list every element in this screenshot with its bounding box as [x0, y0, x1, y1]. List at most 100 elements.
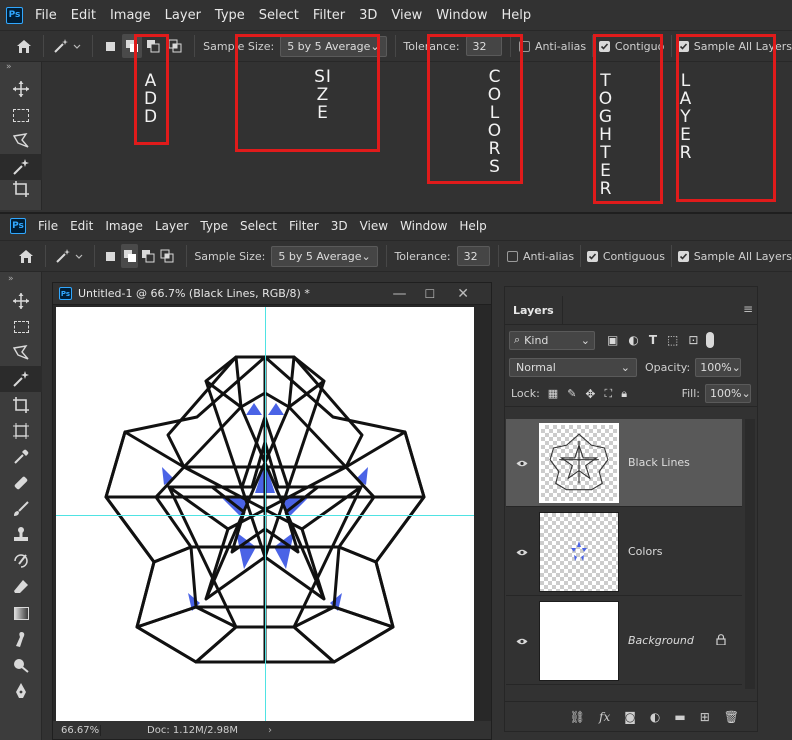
smudge-tool-icon[interactable]: [0, 626, 42, 652]
smart-object-filter-icon[interactable]: ⊡: [688, 333, 698, 347]
menu-select[interactable]: Select: [240, 219, 277, 233]
delete-layer-icon[interactable]: 🗑︎: [724, 710, 739, 724]
lock-artboard-icon[interactable]: ⛶: [604, 387, 612, 401]
zoom-level[interactable]: 66.67%: [53, 724, 101, 736]
clone-stamp-tool-icon[interactable]: [0, 522, 42, 548]
menu-type[interactable]: Type: [215, 8, 245, 23]
layer-thumbnail[interactable]: [539, 600, 619, 681]
eye-icon[interactable]: [516, 635, 528, 649]
menu-file[interactable]: File: [38, 219, 58, 233]
tab-layers[interactable]: Layers: [505, 296, 563, 324]
frame-tool-icon[interactable]: [0, 418, 42, 444]
lock-all-icon[interactable]: 🔒︎: [621, 387, 627, 401]
magic-wand-tool-icon[interactable]: [0, 154, 42, 180]
fill-input[interactable]: 100% ⌄: [705, 384, 751, 403]
adjustment-filter-icon[interactable]: ◐: [628, 333, 638, 347]
eraser-tool-icon[interactable]: [0, 574, 42, 600]
maximize-icon[interactable]: ☐: [425, 287, 436, 301]
menu-layer[interactable]: Layer: [155, 219, 188, 233]
new-group-icon[interactable]: ▬: [674, 710, 685, 724]
type-filter-icon[interactable]: T: [649, 333, 657, 347]
new-selection-icon[interactable]: [101, 34, 120, 58]
canvas-area[interactable]: [53, 305, 491, 723]
eye-icon[interactable]: [516, 457, 528, 471]
filter-kind-select[interactable]: ⌕ Kind ⌄: [509, 330, 595, 350]
layer-thumbnail[interactable]: [539, 511, 619, 592]
pen-tool-icon[interactable]: [0, 678, 42, 704]
blend-mode-select[interactable]: Normal ⌄: [509, 357, 637, 377]
checkmark-icon[interactable]: [586, 250, 598, 262]
menu-image[interactable]: Image: [105, 219, 143, 233]
photoshop-logo-icon[interactable]: Ps: [10, 218, 26, 234]
subtract-from-selection-icon[interactable]: [140, 244, 157, 268]
lock-icon[interactable]: [716, 634, 726, 648]
lock-image-icon[interactable]: ✎: [567, 387, 576, 400]
menu-image[interactable]: Image: [110, 8, 151, 23]
intersect-selection-icon[interactable]: [159, 244, 176, 268]
adjustment-layer-icon[interactable]: ◐: [650, 710, 660, 724]
menu-help[interactable]: Help: [459, 219, 486, 233]
marquee-tool-icon[interactable]: [0, 102, 42, 128]
layer-thumbnail[interactable]: [539, 422, 619, 503]
menu-select[interactable]: Select: [259, 8, 299, 23]
layer-row-background[interactable]: Background: [506, 597, 742, 685]
sample-all-layers-checkbox[interactable]: Sample All Layers: [677, 250, 792, 263]
checkmark-icon[interactable]: [677, 250, 689, 262]
eyedropper-tool-icon[interactable]: [0, 444, 42, 470]
menu-view[interactable]: View: [360, 219, 388, 233]
home-icon[interactable]: [18, 244, 35, 268]
menu-window[interactable]: Window: [400, 219, 447, 233]
menu-window[interactable]: Window: [436, 8, 487, 23]
history-brush-tool-icon[interactable]: [0, 548, 42, 574]
move-tool-icon[interactable]: [0, 76, 42, 102]
menu-view[interactable]: View: [391, 8, 422, 23]
menu-type[interactable]: Type: [200, 219, 228, 233]
magic-wand-tool-icon[interactable]: [0, 366, 42, 392]
checkbox-box[interactable]: [506, 250, 518, 262]
menu-edit[interactable]: Edit: [71, 8, 96, 23]
dodge-tool-icon[interactable]: [0, 652, 42, 678]
new-layer-icon[interactable]: ⊞: [700, 710, 710, 724]
menu-layer[interactable]: Layer: [165, 8, 201, 23]
menu-filter[interactable]: Filter: [289, 219, 319, 233]
lock-transparent-icon[interactable]: ▦: [548, 387, 558, 400]
pixel-filter-icon[interactable]: ▣: [607, 333, 618, 347]
marquee-tool-icon[interactable]: [0, 314, 42, 340]
anti-alias-checkbox[interactable]: Anti-alias: [518, 40, 586, 53]
layer-name[interactable]: Colors: [628, 545, 662, 558]
new-selection-icon[interactable]: [102, 244, 119, 268]
magic-wand-preset-icon[interactable]: [52, 34, 82, 58]
gradient-tool-icon[interactable]: [0, 600, 42, 626]
layer-name[interactable]: Background: [628, 634, 694, 647]
contiguous-checkbox[interactable]: Contiguous: [586, 250, 665, 263]
layers-scrollbar[interactable]: [745, 419, 755, 689]
crop-tool-icon[interactable]: [0, 392, 42, 418]
filter-toggle-icon[interactable]: [706, 332, 715, 348]
move-tool-icon[interactable]: [0, 288, 42, 314]
horizontal-guide[interactable]: [56, 515, 474, 516]
fx-icon[interactable]: fx: [599, 710, 610, 724]
menu-3d[interactable]: 3D: [359, 8, 377, 23]
chevron-right-icon[interactable]: ›: [268, 725, 272, 736]
close-icon[interactable]: ✕: [457, 286, 469, 302]
magic-wand-preset-icon[interactable]: [54, 244, 84, 268]
minimize-icon[interactable]: —: [393, 286, 407, 302]
opacity-input[interactable]: 100% ⌄: [695, 357, 742, 377]
lasso-tool-icon[interactable]: [0, 340, 42, 366]
crop-tool-icon[interactable]: [0, 180, 42, 198]
menu-3d[interactable]: 3D: [331, 219, 348, 233]
home-icon[interactable]: [14, 34, 33, 58]
layer-row-colors[interactable]: Colors: [506, 508, 742, 596]
shape-filter-icon[interactable]: ⬚: [667, 333, 678, 347]
document-tab[interactable]: Ps Untitled-1 @ 66.7% (Black Lines, RGB/…: [53, 283, 491, 305]
add-mask-icon[interactable]: ◙: [624, 710, 636, 724]
menu-edit[interactable]: Edit: [70, 219, 93, 233]
menu-filter[interactable]: Filter: [313, 8, 345, 23]
menu-help[interactable]: Help: [502, 8, 532, 23]
collapse-panel-icon[interactable]: »: [0, 272, 41, 288]
panel-menu-icon[interactable]: ≡: [743, 302, 753, 316]
brush-tool-icon[interactable]: [0, 496, 42, 522]
sample-size-select[interactable]: 5 by 5 Average ⌄: [271, 245, 378, 267]
lasso-tool-icon[interactable]: [0, 128, 42, 154]
healing-brush-tool-icon[interactable]: [0, 470, 42, 496]
